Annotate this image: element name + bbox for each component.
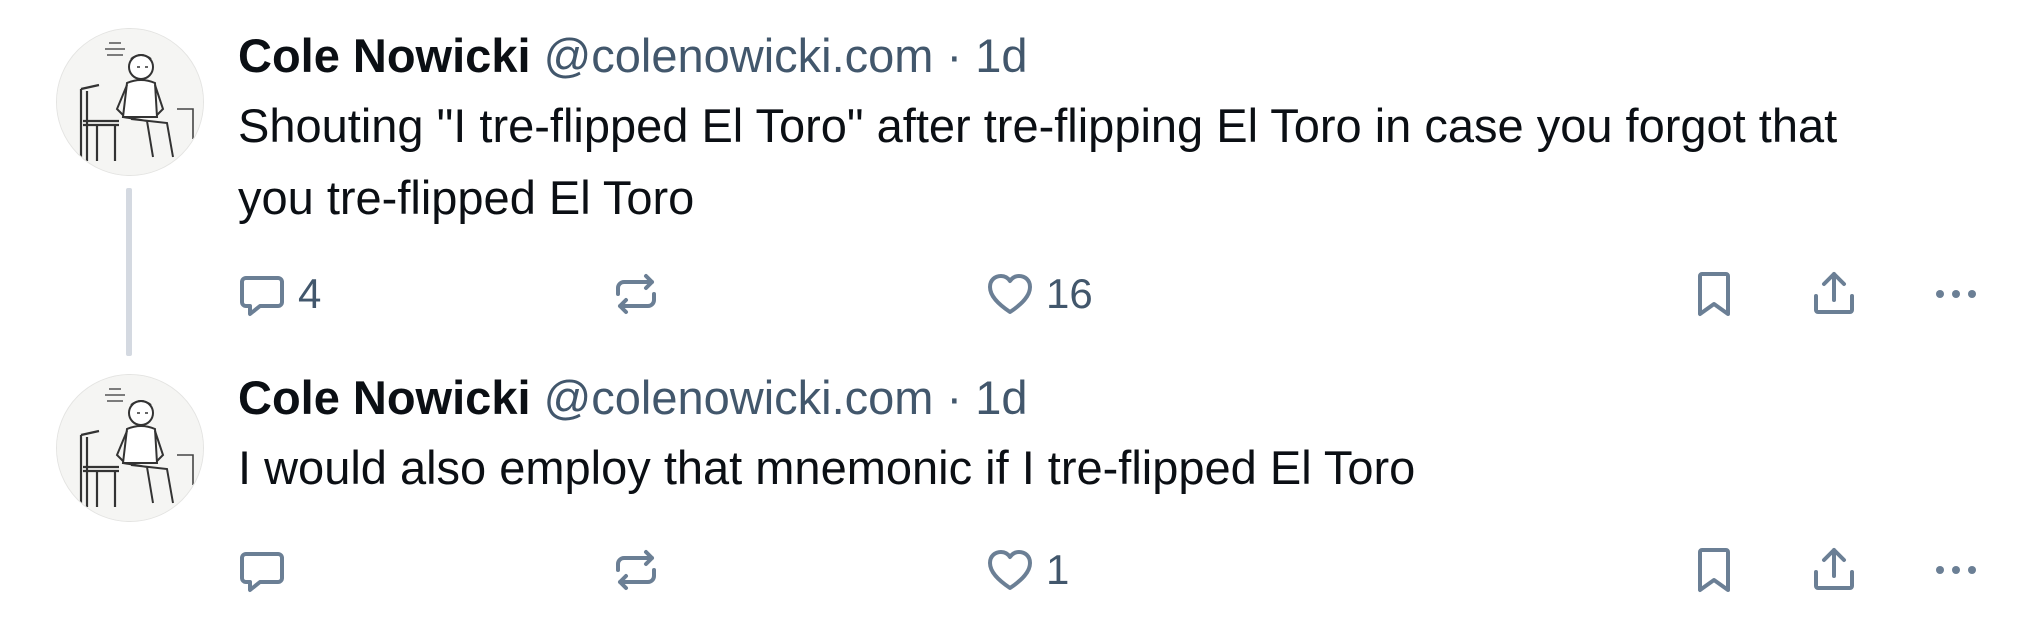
post[interactable]: Cole Nowicki @colenowicki.com · 1d I wou… [0,360,2036,634]
heart-icon [988,274,1032,314]
post-time[interactable]: 1d [975,371,1027,424]
post-actions: 1 [232,534,2012,606]
speech-bubble-icon [240,276,284,316]
bookmark-button[interactable] [1684,258,1744,330]
more-options-button[interactable] [1926,258,1986,330]
reply-button[interactable] [232,534,298,606]
post[interactable]: Cole Nowicki @colenowicki.com · 1d Shout… [0,0,2036,360]
bookmark-button[interactable] [1684,534,1744,606]
share-icon [1814,548,1854,590]
reply-button[interactable]: 4 [232,258,321,330]
heart-icon [988,550,1032,590]
post-text: I would also employ that mnemonic if I t… [238,441,1416,494]
like-count: 1 [1046,546,1070,593]
post-text: Shouting "I tre-flipped El Toro" after t… [238,99,1838,224]
like-button[interactable]: 16 [980,258,1093,330]
separator: · [946,29,963,82]
repost-arrows-icon [616,274,656,314]
like-count: 16 [1046,270,1093,317]
author-name[interactable]: Cole Nowicki [238,371,531,424]
share-button[interactable] [1804,534,1864,606]
share-icon [1814,272,1854,314]
author-handle[interactable]: @colenowicki.com [544,29,934,82]
repost-button[interactable] [606,534,672,606]
avatar[interactable] [56,374,204,522]
like-button[interactable]: 1 [980,534,1069,606]
post-content: Cole Nowicki @colenowicki.com · 1d Shout… [238,22,1996,234]
avatar[interactable] [56,28,204,176]
post-actions: 4 16 [232,258,2012,330]
author-handle[interactable]: @colenowicki.com [544,371,934,424]
post-header: Cole Nowicki @colenowicki.com · 1d [238,364,1996,432]
bookmark-icon [1698,272,1730,316]
share-button[interactable] [1804,258,1864,330]
post-header: Cole Nowicki @colenowicki.com · 1d [238,22,1996,90]
post-time[interactable]: 1d [975,29,1027,82]
post-content: Cole Nowicki @colenowicki.com · 1d I wou… [238,364,1996,504]
speech-bubble-icon [240,552,284,592]
repost-arrows-icon [616,550,656,590]
more-dots-icon [1936,566,1976,574]
more-dots-icon [1936,290,1976,298]
author-name[interactable]: Cole Nowicki [238,29,531,82]
repost-button[interactable] [606,258,672,330]
separator: · [946,371,963,424]
bookmark-icon [1698,548,1730,592]
reply-count: 4 [298,270,322,317]
more-options-button[interactable] [1926,534,1986,606]
